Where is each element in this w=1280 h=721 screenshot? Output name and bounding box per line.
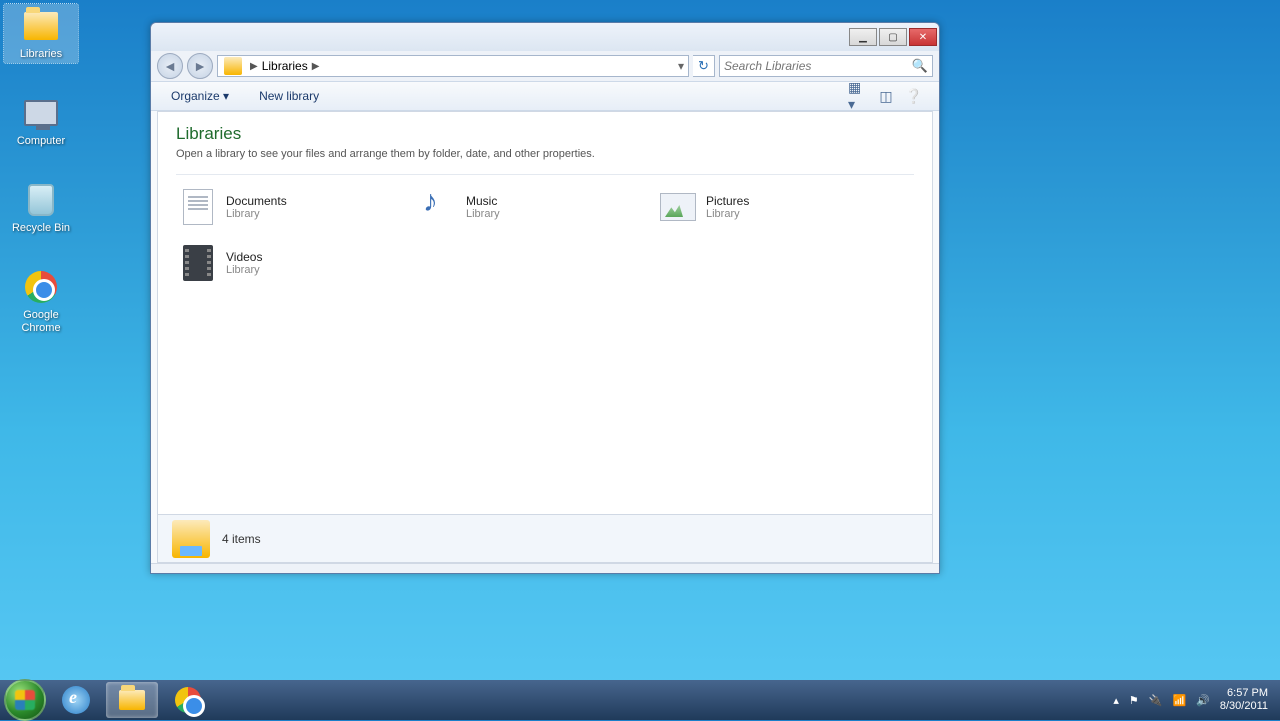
search-box[interactable]: 🔍 <box>719 55 933 77</box>
videos-icon <box>178 243 218 283</box>
explorer-window: ▁ ▢ ✕ ◄ ► ▶ Libraries ▶ ▾ ↻ 🔍 Organize ▾… <box>150 22 940 574</box>
search-icon[interactable]: 🔍 <box>912 58 928 74</box>
breadcrumb-segment[interactable]: Libraries <box>262 59 308 73</box>
explorer-taskbar-icon[interactable] <box>106 682 158 718</box>
library-item-videos[interactable]: Videos Library <box>176 241 396 285</box>
recyclebin-desktop-icon[interactable]: Recycle Bin <box>4 178 78 237</box>
library-name: Music <box>466 194 500 208</box>
preview-pane-button[interactable]: ◫ <box>875 85 897 107</box>
library-list: Documents Library Music Library Pictures… <box>176 185 914 285</box>
system-tray: ▴ ⚑ 🔌 📶 🔊 6:57 PM 8/30/2011 <box>1113 687 1276 713</box>
desktop: Libraries Computer Recycle Bin Google Ch… <box>4 4 78 337</box>
organize-button[interactable]: Organize ▾ <box>165 86 235 106</box>
volume-icon[interactable]: 🔊 <box>1196 694 1210 707</box>
breadcrumb[interactable]: ▶ Libraries ▶ ▾ <box>217 55 689 77</box>
library-type: Library <box>466 208 500 220</box>
desktop-icon-label: Computer <box>17 135 65 148</box>
library-name: Pictures <box>706 194 749 208</box>
libraries-desktop-icon[interactable]: Libraries <box>4 4 78 63</box>
library-type: Library <box>226 264 262 276</box>
library-type: Library <box>706 208 749 220</box>
close-button[interactable]: ✕ <box>909 28 937 46</box>
taskbar: ▴ ⚑ 🔌 📶 🔊 6:57 PM 8/30/2011 <box>0 680 1280 720</box>
command-bar: Organize ▾ New library ▦ ▾ ◫ ❔ <box>151 81 939 111</box>
content-pane: Libraries Open a library to see your fil… <box>157 111 933 515</box>
network-icon[interactable]: 📶 <box>1172 694 1186 707</box>
power-icon[interactable]: 🔌 <box>1149 694 1163 707</box>
library-name: Videos <box>226 250 262 264</box>
computer-icon <box>21 93 61 133</box>
chevron-right-icon[interactable]: ▶ <box>312 61 320 72</box>
recyclebin-icon <box>21 180 61 220</box>
library-type: Library <box>226 208 287 220</box>
titlebar[interactable]: ▁ ▢ ✕ <box>151 23 939 51</box>
documents-icon <box>178 187 218 227</box>
search-input[interactable] <box>724 59 912 73</box>
chevron-down-icon: ▾ <box>223 89 229 103</box>
resize-grip[interactable] <box>151 563 939 573</box>
libraries-icon <box>21 6 61 46</box>
page-title: Libraries <box>176 124 914 144</box>
library-item-pictures[interactable]: Pictures Library <box>656 185 876 229</box>
chevron-down-icon[interactable]: ▾ <box>678 59 684 73</box>
chrome-taskbar-icon[interactable] <box>162 682 214 718</box>
library-item-music[interactable]: Music Library <box>416 185 636 229</box>
chrome-desktop-icon[interactable]: Google Chrome <box>4 265 78 337</box>
desktop-icon-label: Recycle Bin <box>12 222 70 235</box>
ie-taskbar-icon[interactable] <box>50 682 102 718</box>
start-button[interactable] <box>4 679 46 721</box>
computer-desktop-icon[interactable]: Computer <box>4 91 78 150</box>
location-icon <box>224 57 242 75</box>
forward-button[interactable]: ► <box>187 53 213 79</box>
address-bar: ◄ ► ▶ Libraries ▶ ▾ ↻ 🔍 <box>151 51 939 81</box>
music-icon <box>418 187 458 227</box>
desktop-icon-label: Libraries <box>20 48 62 61</box>
back-button[interactable]: ◄ <box>157 53 183 79</box>
details-pane: 4 items <box>157 515 933 563</box>
action-center-icon[interactable]: ⚑ <box>1129 694 1139 707</box>
page-subtitle: Open a library to see your files and arr… <box>176 148 914 160</box>
maximize-button[interactable]: ▢ <box>879 28 907 46</box>
chrome-icon <box>21 267 61 307</box>
library-item-documents[interactable]: Documents Library <box>176 185 396 229</box>
clock[interactable]: 6:57 PM 8/30/2011 <box>1220 687 1268 713</box>
library-name: Documents <box>226 194 287 208</box>
refresh-button[interactable]: ↻ <box>693 55 715 77</box>
clock-time: 6:57 PM <box>1220 687 1268 700</box>
help-button[interactable]: ❔ <box>903 85 925 107</box>
chevron-right-icon[interactable]: ▶ <box>250 61 258 72</box>
status-text: 4 items <box>222 532 261 546</box>
minimize-button[interactable]: ▁ <box>849 28 877 46</box>
desktop-icon-label: Google Chrome <box>6 309 76 335</box>
clock-date: 8/30/2011 <box>1220 700 1268 713</box>
view-button[interactable]: ▦ ▾ <box>847 85 869 107</box>
new-library-button[interactable]: New library <box>253 86 325 106</box>
pictures-icon <box>658 187 698 227</box>
show-hidden-icon[interactable]: ▴ <box>1113 694 1119 707</box>
libraries-icon <box>172 520 210 558</box>
